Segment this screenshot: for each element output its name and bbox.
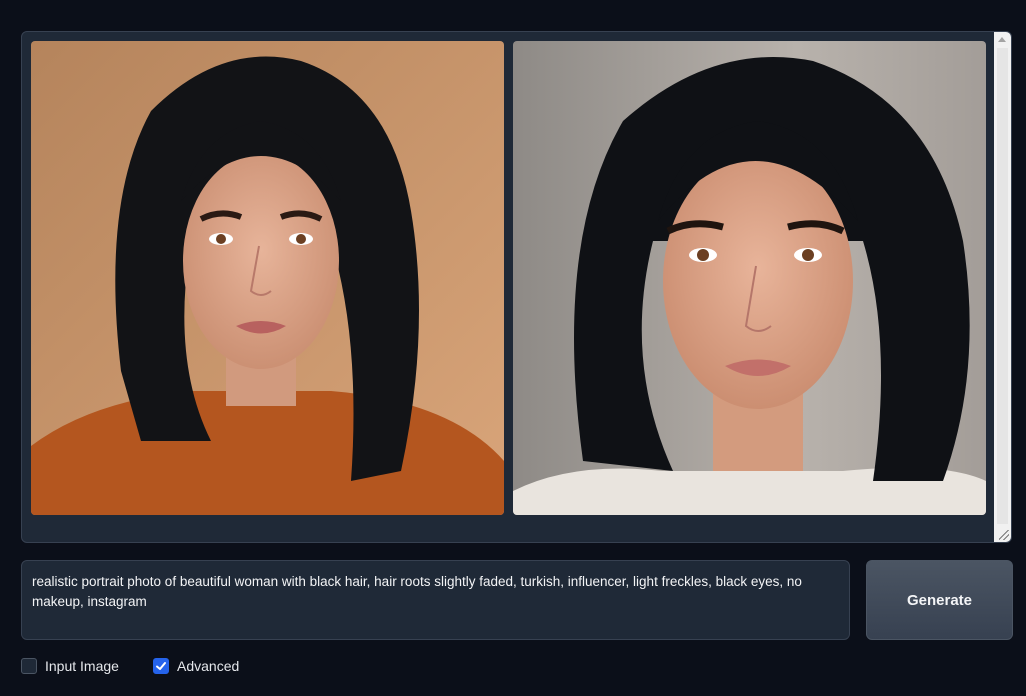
gallery-image-1[interactable]	[31, 41, 504, 515]
portrait-image-1	[31, 41, 504, 515]
gallery-image-2[interactable]	[513, 41, 986, 515]
input-image-label: Input Image	[45, 658, 119, 674]
generate-button[interactable]: Generate	[866, 560, 1013, 640]
checkmark-icon	[156, 662, 166, 670]
input-image-option[interactable]: Input Image	[21, 657, 119, 675]
advanced-option[interactable]: Advanced	[153, 657, 239, 675]
advanced-checkbox[interactable]	[153, 658, 169, 674]
scrollbar-thumb[interactable]	[997, 48, 1008, 524]
portrait-image-2	[513, 41, 986, 515]
image-gallery	[21, 31, 1012, 543]
advanced-label: Advanced	[177, 658, 240, 674]
scroll-up-icon[interactable]	[998, 37, 1006, 42]
gallery-scrollbar[interactable]	[994, 32, 1011, 542]
generate-button-label: Generate	[906, 591, 973, 609]
resize-grip-icon[interactable]	[999, 530, 1009, 540]
input-image-checkbox[interactable]	[21, 658, 37, 674]
prompt-input[interactable]: realistic portrait photo of beautiful wo…	[21, 560, 850, 640]
